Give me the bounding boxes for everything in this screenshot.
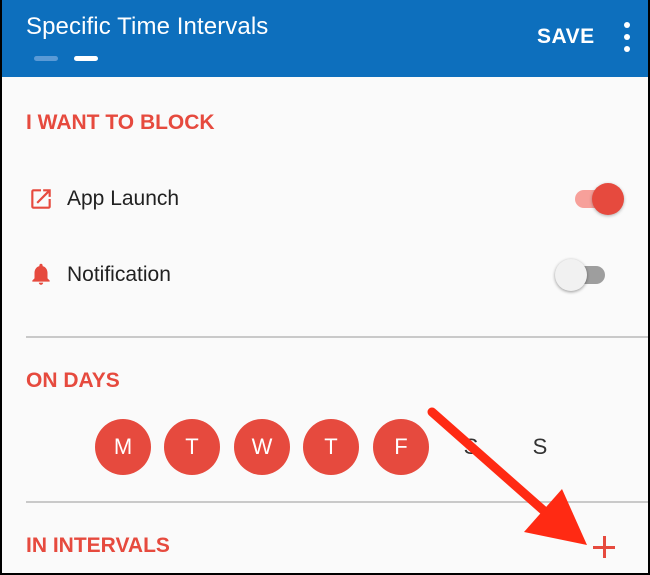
divider bbox=[26, 501, 648, 503]
app-launch-label: App Launch bbox=[67, 187, 180, 210]
page-title: Specific Time Intervals bbox=[26, 13, 269, 40]
day-tuesday[interactable]: T bbox=[164, 419, 220, 475]
day-monday[interactable]: M bbox=[95, 419, 151, 475]
more-vert-icon[interactable] bbox=[620, 22, 634, 52]
divider bbox=[26, 336, 648, 338]
section-heading-block: I WANT TO BLOCK bbox=[26, 111, 215, 134]
day-friday[interactable]: F bbox=[373, 419, 429, 475]
day-saturday[interactable]: S bbox=[443, 419, 499, 475]
page-indicator-dot-2 bbox=[74, 56, 98, 61]
toggle-thumb bbox=[592, 183, 624, 215]
bell-icon bbox=[32, 263, 50, 285]
section-heading-intervals: IN INTERVALS bbox=[26, 534, 170, 557]
open-in-new-icon bbox=[31, 189, 51, 209]
toggle-thumb bbox=[555, 259, 587, 291]
plus-icon[interactable] bbox=[588, 530, 624, 566]
day-sunday[interactable]: S bbox=[512, 419, 568, 475]
app-launch-toggle[interactable] bbox=[565, 181, 625, 217]
notification-label: Notification bbox=[67, 263, 171, 286]
page-indicator-dot-1 bbox=[34, 56, 58, 61]
day-wednesday[interactable]: W bbox=[234, 419, 290, 475]
app-bar: Specific Time Intervals SAVE bbox=[2, 0, 648, 77]
screen: Specific Time Intervals SAVE I WANT TO B… bbox=[2, 0, 648, 573]
day-thursday[interactable]: T bbox=[303, 419, 359, 475]
section-heading-days: ON DAYS bbox=[26, 369, 120, 392]
save-button[interactable]: SAVE bbox=[537, 25, 595, 49]
notification-toggle[interactable] bbox=[555, 257, 615, 293]
